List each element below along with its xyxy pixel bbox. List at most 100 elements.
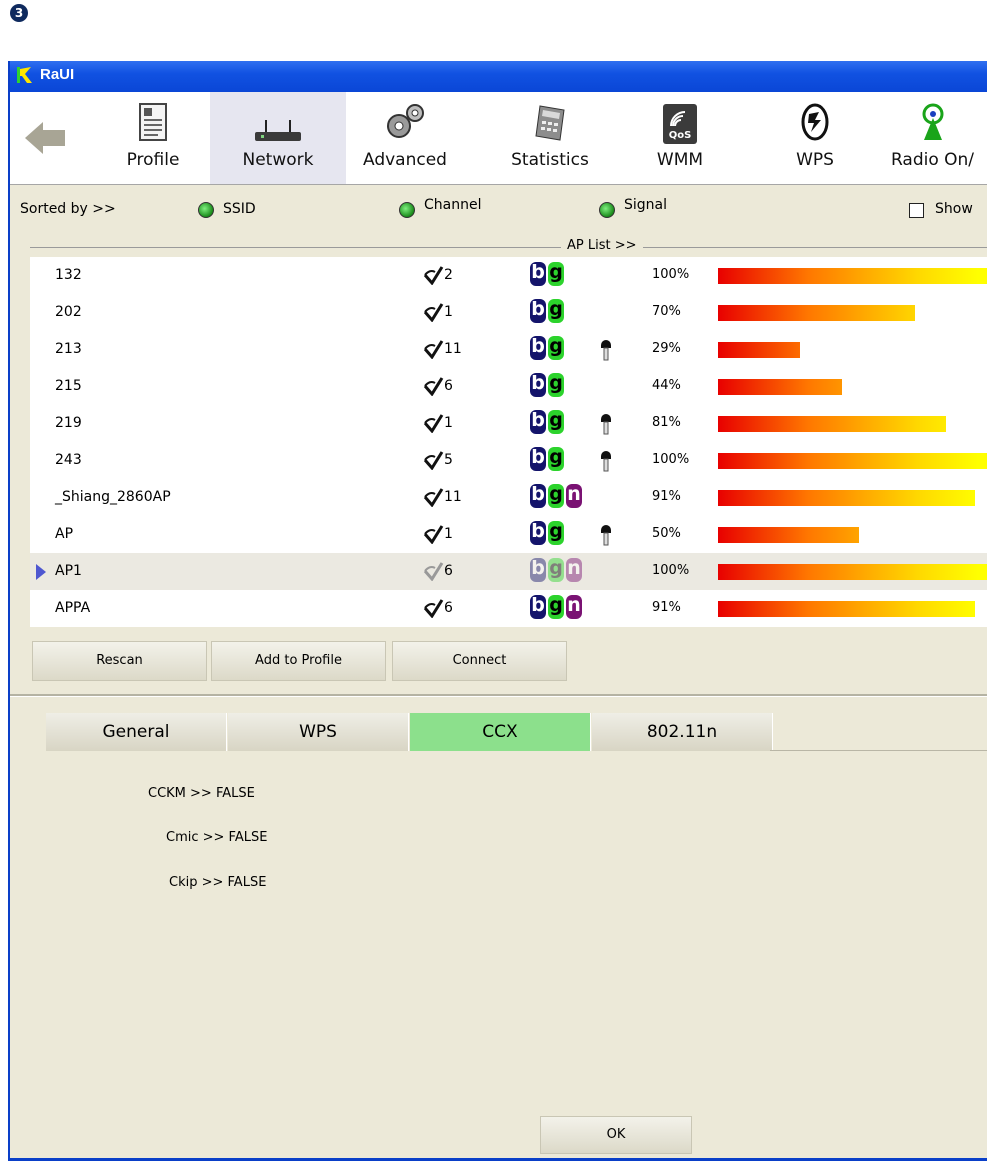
- toolbar: Profile Network Advanced Statistics QoS …: [10, 92, 987, 185]
- signal-strength-bar: [718, 601, 975, 617]
- channel-icon: [423, 414, 444, 433]
- ap-row[interactable]: 243 5 b g 100%: [30, 442, 987, 479]
- ap-channel-number: 5: [444, 452, 453, 468]
- ap-list[interactable]: 132 2 b g 100% 202 1 b g 70% 213 11 b g 29% 215 6 b g 44% 21…: [30, 257, 987, 627]
- mode-b-icon: b: [530, 595, 546, 619]
- toolbar-label-network: Network: [242, 150, 314, 170]
- mode-b-icon: b: [530, 262, 546, 286]
- raui-window: RaUI Profile Network Advanced Statistics…: [8, 61, 987, 1161]
- key-icon: [600, 337, 612, 365]
- toolbar-radio-onoff[interactable]: Radio On/: [876, 92, 987, 184]
- sort-ssid-radio[interactable]: [198, 202, 214, 218]
- ok-button[interactable]: OK: [540, 1116, 692, 1154]
- signal-strength-bar: [718, 268, 987, 284]
- ap-row[interactable]: AP1 6 b g n 100%: [30, 553, 987, 590]
- ap-list-label: AP List >>: [561, 238, 643, 253]
- toolbar-label-wps: WPS: [796, 150, 834, 170]
- router-icon: [255, 120, 301, 141]
- profile-icon: [139, 103, 167, 141]
- title-bar[interactable]: RaUI: [10, 61, 987, 92]
- ap-ssid: 202: [55, 304, 82, 320]
- step-number-badge: 3: [10, 4, 28, 22]
- window-title: RaUI: [40, 66, 75, 83]
- ap-channel: 6: [422, 559, 482, 583]
- ap-channel-number: 11: [444, 489, 462, 505]
- signal-strength-bar: [718, 342, 800, 358]
- ap-channel-number: 2: [444, 267, 453, 283]
- gears-icon: [387, 104, 424, 138]
- selected-row-arrow-icon: [36, 564, 46, 580]
- connect-button[interactable]: Connect: [392, 641, 567, 681]
- toolbar-wmm[interactable]: QoS WMM: [630, 92, 730, 184]
- ap-channel: 6: [422, 596, 482, 620]
- ap-signal-percent: 44%: [652, 378, 681, 393]
- tab-ccx[interactable]: CCX: [410, 713, 591, 751]
- ap-channel: 6: [422, 374, 482, 398]
- qos-icon-text: QoS: [668, 130, 692, 141]
- ap-channel: 1: [422, 411, 482, 435]
- channel-icon: [423, 340, 444, 359]
- channel-icon: [423, 266, 444, 285]
- tab-general[interactable]: General: [46, 713, 227, 751]
- tab-wps[interactable]: WPS: [228, 713, 409, 751]
- ap-row[interactable]: 202 1 b g 70%: [30, 294, 987, 331]
- section-divider: [10, 694, 987, 697]
- app-icon: [17, 67, 32, 83]
- radio-antenna-icon: [922, 103, 943, 140]
- ap-row[interactable]: 213 11 b g 29%: [30, 331, 987, 368]
- ap-channel-number: 11: [444, 341, 462, 357]
- tab-802-11n[interactable]: 802.11n: [592, 713, 773, 751]
- key-icon: [600, 448, 612, 476]
- toolbar-network[interactable]: Network: [210, 92, 346, 184]
- toolbar-statistics[interactable]: Statistics: [490, 92, 610, 184]
- mode-b-icon: b: [530, 484, 546, 508]
- ap-row[interactable]: AP 1 b g 50%: [30, 516, 987, 553]
- signal-strength-bar: [718, 527, 859, 543]
- mode-g-icon: g: [548, 336, 564, 360]
- ap-channel-number: 1: [444, 304, 453, 320]
- ap-row[interactable]: 215 6 b g 44%: [30, 368, 987, 405]
- channel-icon: [423, 525, 444, 544]
- mode-g-icon: g: [548, 558, 564, 582]
- ap-ssid: _Shiang_2860AP: [55, 489, 171, 505]
- ap-ssid: 215: [55, 378, 82, 394]
- tabs-baseline: [770, 750, 987, 751]
- toolbar-label-statistics: Statistics: [511, 150, 589, 170]
- sort-channel-radio[interactable]: [399, 202, 415, 218]
- toolbar-wps[interactable]: WPS: [780, 92, 850, 184]
- channel-icon: [423, 488, 444, 507]
- sort-signal-radio[interactable]: [599, 202, 615, 218]
- ap-channel-number: 6: [444, 600, 453, 616]
- ap-channel: 11: [422, 337, 482, 361]
- ap-row[interactable]: 132 2 b g 100%: [30, 257, 987, 294]
- toolbar-profile[interactable]: Profile: [100, 92, 206, 184]
- toolbar-label-wmm: WMM: [656, 150, 704, 170]
- mode-g-icon: g: [548, 262, 564, 286]
- toolbar-label-radio-onoff: Radio On/: [890, 150, 975, 170]
- mode-g-icon: g: [548, 410, 564, 434]
- mode-g-icon: g: [548, 595, 564, 619]
- ap-signal-percent: 50%: [652, 526, 681, 541]
- ap-channel-number: 1: [444, 526, 453, 542]
- channel-icon: [423, 599, 444, 618]
- ap-signal-percent: 100%: [652, 563, 690, 578]
- back-button[interactable]: [10, 92, 80, 184]
- ap-row[interactable]: APPA 6 b g n 91%: [30, 590, 987, 627]
- ccx-cmic-value: Cmic >> FALSE: [166, 830, 268, 845]
- show-checkbox[interactable]: [909, 203, 924, 218]
- ap-channel: 11: [422, 485, 482, 509]
- ap-row[interactable]: _Shiang_2860AP 11 b g n 91%: [30, 479, 987, 516]
- ap-row[interactable]: 219 1 b g 81%: [30, 405, 987, 442]
- add-to-profile-button[interactable]: Add to Profile: [211, 641, 386, 681]
- key-icon: [600, 411, 612, 439]
- toolbar-advanced[interactable]: Advanced: [350, 92, 460, 184]
- mode-g-icon: g: [548, 484, 564, 508]
- ap-signal-percent: 70%: [652, 304, 681, 319]
- sort-ssid-label: SSID: [223, 201, 256, 217]
- rescan-button[interactable]: Rescan: [32, 641, 207, 681]
- ap-ssid: 213: [55, 341, 82, 357]
- calculator-icon: [535, 105, 565, 141]
- ap-ssid: 132: [55, 267, 82, 283]
- toolbar-label-advanced: Advanced: [363, 150, 447, 170]
- key-icon: [600, 522, 612, 550]
